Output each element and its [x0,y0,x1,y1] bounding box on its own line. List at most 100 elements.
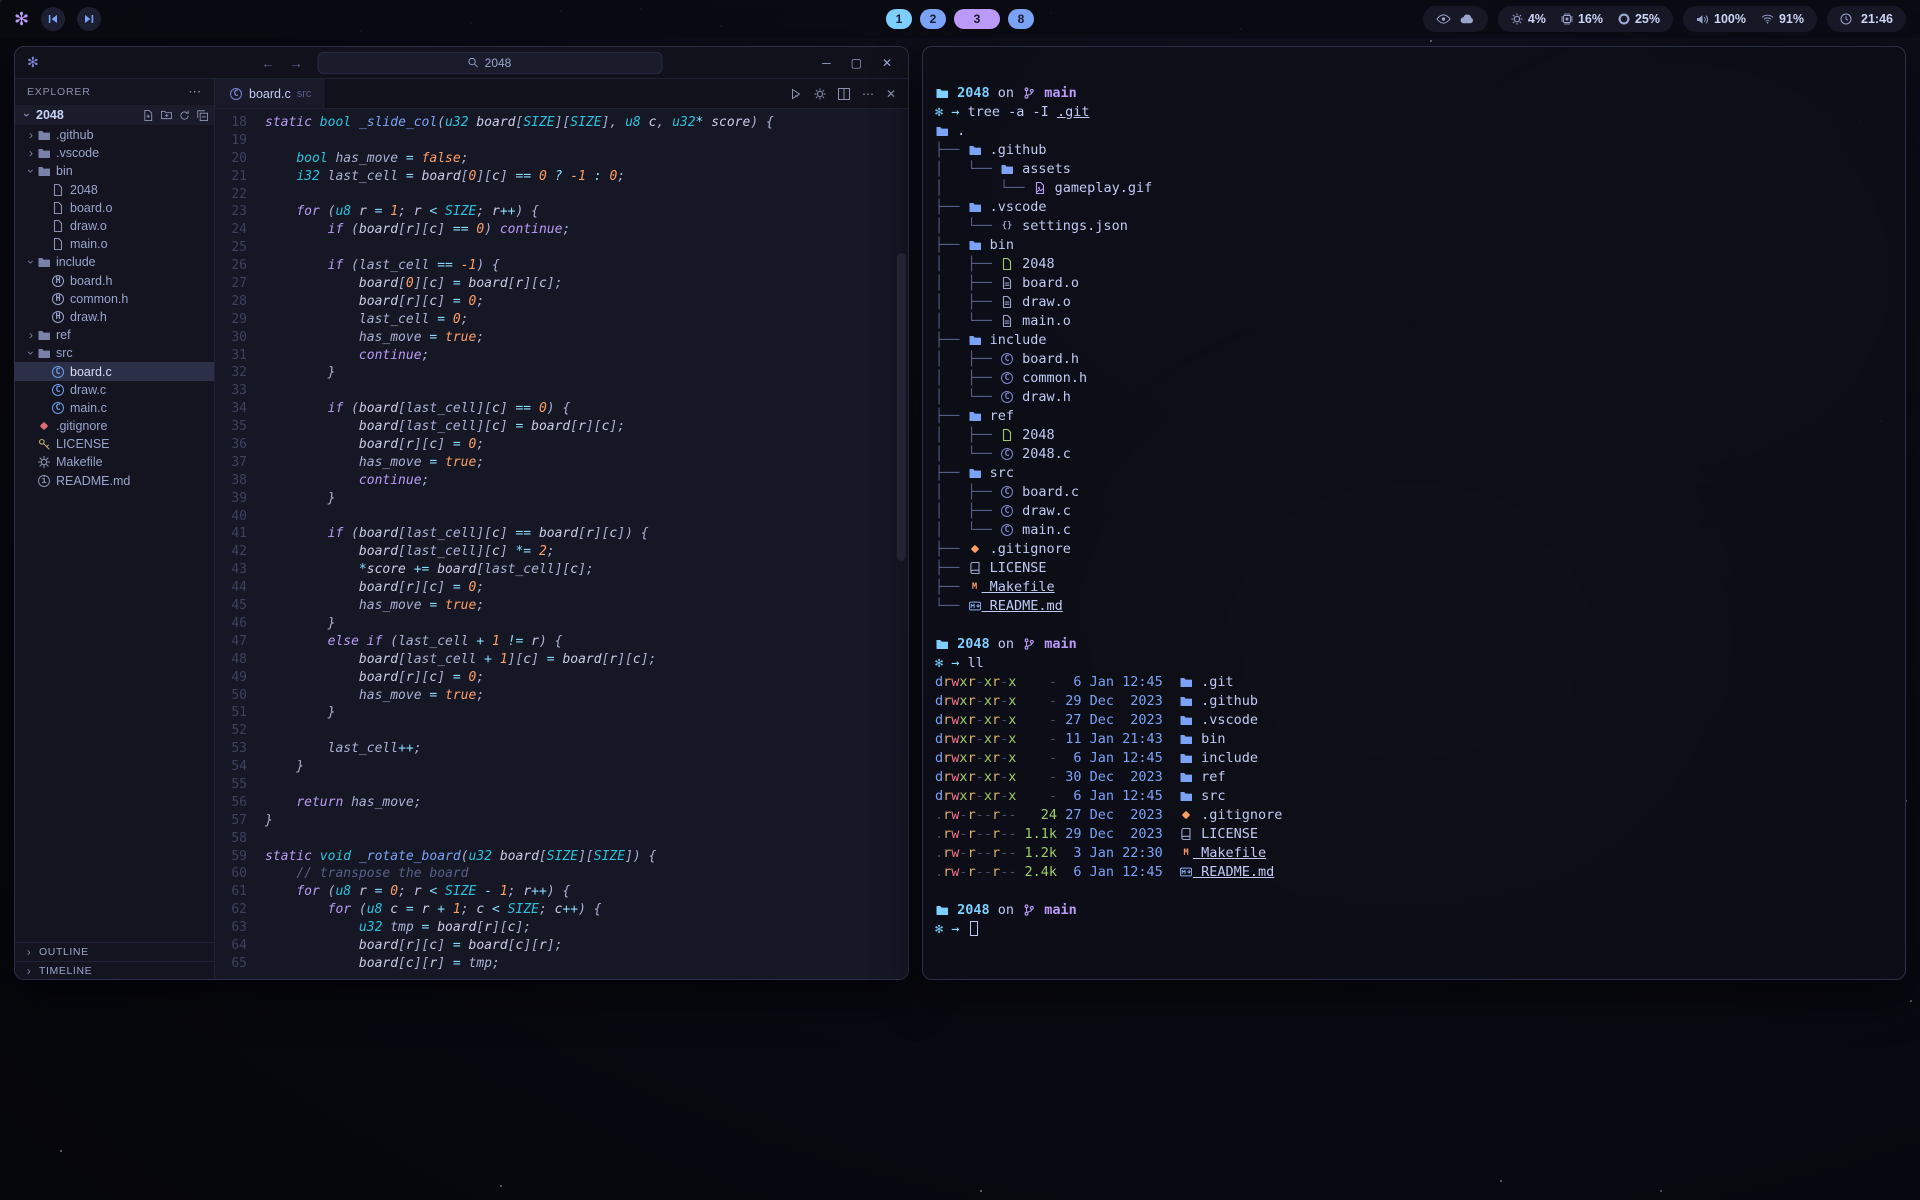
terminal-line [935,615,1891,634]
folder-icon [1179,676,1193,688]
book-icon [968,562,982,574]
nav-back-button[interactable]: ← [261,55,275,71]
line-number: 19 [215,132,261,150]
workspace-3-active[interactable]: 3 [954,9,1000,29]
terminal-line: │ ├── draw.o [935,292,1891,311]
tab-dir-label: src [297,88,312,100]
idle-inhibitor-eye-icon[interactable] [1436,14,1451,24]
explorer-item-.github[interactable]: ›.github [15,126,214,144]
explorer-item-board.h[interactable]: ›Hboard.h [15,272,214,290]
close-editor-button[interactable]: ✕ [886,87,896,101]
weather-cloud-icon[interactable] [1460,14,1475,24]
media-next-button[interactable] [77,7,101,31]
explorer-root-row[interactable]: › 2048 [15,105,214,125]
terminal-line: ├── .github [935,140,1891,159]
system-logo-icon[interactable]: ✻ [14,10,29,28]
section-timeline[interactable]: › TIMELINE [15,961,214,980]
c-icon: C [1000,353,1014,365]
git-icon [1179,809,1193,821]
code-line: board[r][c] = 0; [265,669,908,687]
close-button[interactable]: ✕ [882,56,892,70]
explorer-item-.vscode[interactable]: ›.vscode [15,144,214,162]
explorer-item-board.o[interactable]: ›board.o [15,199,214,217]
terminal-line: │ ├── board.o [935,273,1891,292]
explorer-actions [143,110,208,121]
settings-gear-button[interactable] [814,88,826,100]
code-line: if (last_cell == -1) { [265,257,908,275]
c-icon: C [1000,524,1014,536]
explorer-item-bin[interactable]: ›bin [15,162,214,180]
explorer-item-Makefile[interactable]: ›Makefile [15,453,214,471]
new-folder-button[interactable] [161,110,172,121]
cpu-stat: 4% [1511,12,1546,26]
line-number: 43 [215,561,261,579]
media-prev-button[interactable] [41,7,65,31]
workspace-2[interactable]: 2 [920,9,946,29]
line-number: 52 [215,722,261,740]
binary-icon [1000,315,1014,327]
branch-icon [1022,904,1036,916]
explorer-item-LICENSE[interactable]: ›LICENSE [15,435,214,453]
more-actions-button[interactable]: ⋯ [862,87,874,101]
chevron-right-icon: › [25,128,37,142]
minimize-button[interactable]: ─ [822,56,831,70]
nav-forward-button[interactable]: → [289,55,303,71]
explorer-item-README.md[interactable]: ›iREADME.md [15,472,214,490]
new-file-button[interactable] [143,110,154,121]
tab-file-label: board.c [249,87,291,101]
make-icon: M [968,581,982,593]
line-number: 41 [215,525,261,543]
code-line [265,186,908,204]
chevron-right-icon: › [23,945,35,959]
explorer-item-main.c[interactable]: ›Cmain.c [15,399,214,417]
line-number: 39 [215,490,261,508]
line-number: 54 [215,758,261,776]
wifi-stat[interactable]: 91% [1761,12,1804,26]
refresh-button[interactable] [179,110,190,121]
code-line: } [265,758,908,776]
folder-icon [37,329,51,341]
scrollbar-thumb[interactable] [897,253,906,561]
split-editor-button[interactable] [838,88,850,100]
terminal-line: drwxr-xr-x - 30 Dec 2023 ref [935,767,1891,786]
terminal-content[interactable]: 2048 on main✻ → tree -a -I .git .├── .gi… [923,47,1905,979]
explorer-title: EXPLORER [27,86,91,98]
line-number: 30 [215,329,261,347]
terminal-line: │ ├── C common.h [935,368,1891,387]
h-icon: H [51,293,65,305]
volume-stat[interactable]: 100% [1696,12,1746,26]
chevron-down-icon: › [24,347,38,359]
workspace-8[interactable]: 8 [1008,9,1034,29]
clock-pill[interactable]: 21:46 [1827,6,1906,32]
code-area[interactable]: 1819202122232425262728293031323334353637… [215,109,908,980]
explorer-item-draw.h[interactable]: ›Hdraw.h [15,308,214,326]
explorer-item-draw.o[interactable]: ›draw.o [15,217,214,235]
terminal-line: │ └── assets [935,159,1891,178]
explorer-item-.gitignore[interactable]: ›.gitignore [15,417,214,435]
explorer-item-ref[interactable]: ›ref [15,326,214,344]
folder-icon [37,256,51,268]
run-button[interactable] [790,88,802,100]
system-stats-pill: 4% 16% 25% [1498,6,1673,32]
line-number: 56 [215,794,261,812]
binary-icon [1000,296,1014,308]
explorer-item-src[interactable]: ›src [15,344,214,362]
explorer-item-main.o[interactable]: ›main.o [15,235,214,253]
command-center-search[interactable]: 2048 [317,52,662,74]
prompt-arrow-icon: → [943,921,967,937]
git-icon [968,543,982,555]
explorer-item-include[interactable]: ›include [15,253,214,271]
explorer-more-button[interactable]: ⋯ [188,84,202,100]
collapse-folders-button[interactable] [197,110,208,121]
maximize-button[interactable]: ▢ [851,56,862,70]
explorer-item-2048[interactable]: ›2048 [15,181,214,199]
tab-board.c[interactable]: C board.c src [215,79,326,108]
explorer-item-common.h[interactable]: ›Hcommon.h [15,290,214,308]
prompt-snowflake-icon: ✻ [935,655,943,671]
explorer-item-draw.c[interactable]: ›Cdraw.c [15,381,214,399]
section-outline[interactable]: › OUTLINE [15,942,214,961]
explorer-item-board.c[interactable]: ›Cboard.c [15,362,214,380]
line-number: 50 [215,687,261,705]
workspace-1[interactable]: 1 [886,9,912,29]
line-number: 62 [215,901,261,919]
